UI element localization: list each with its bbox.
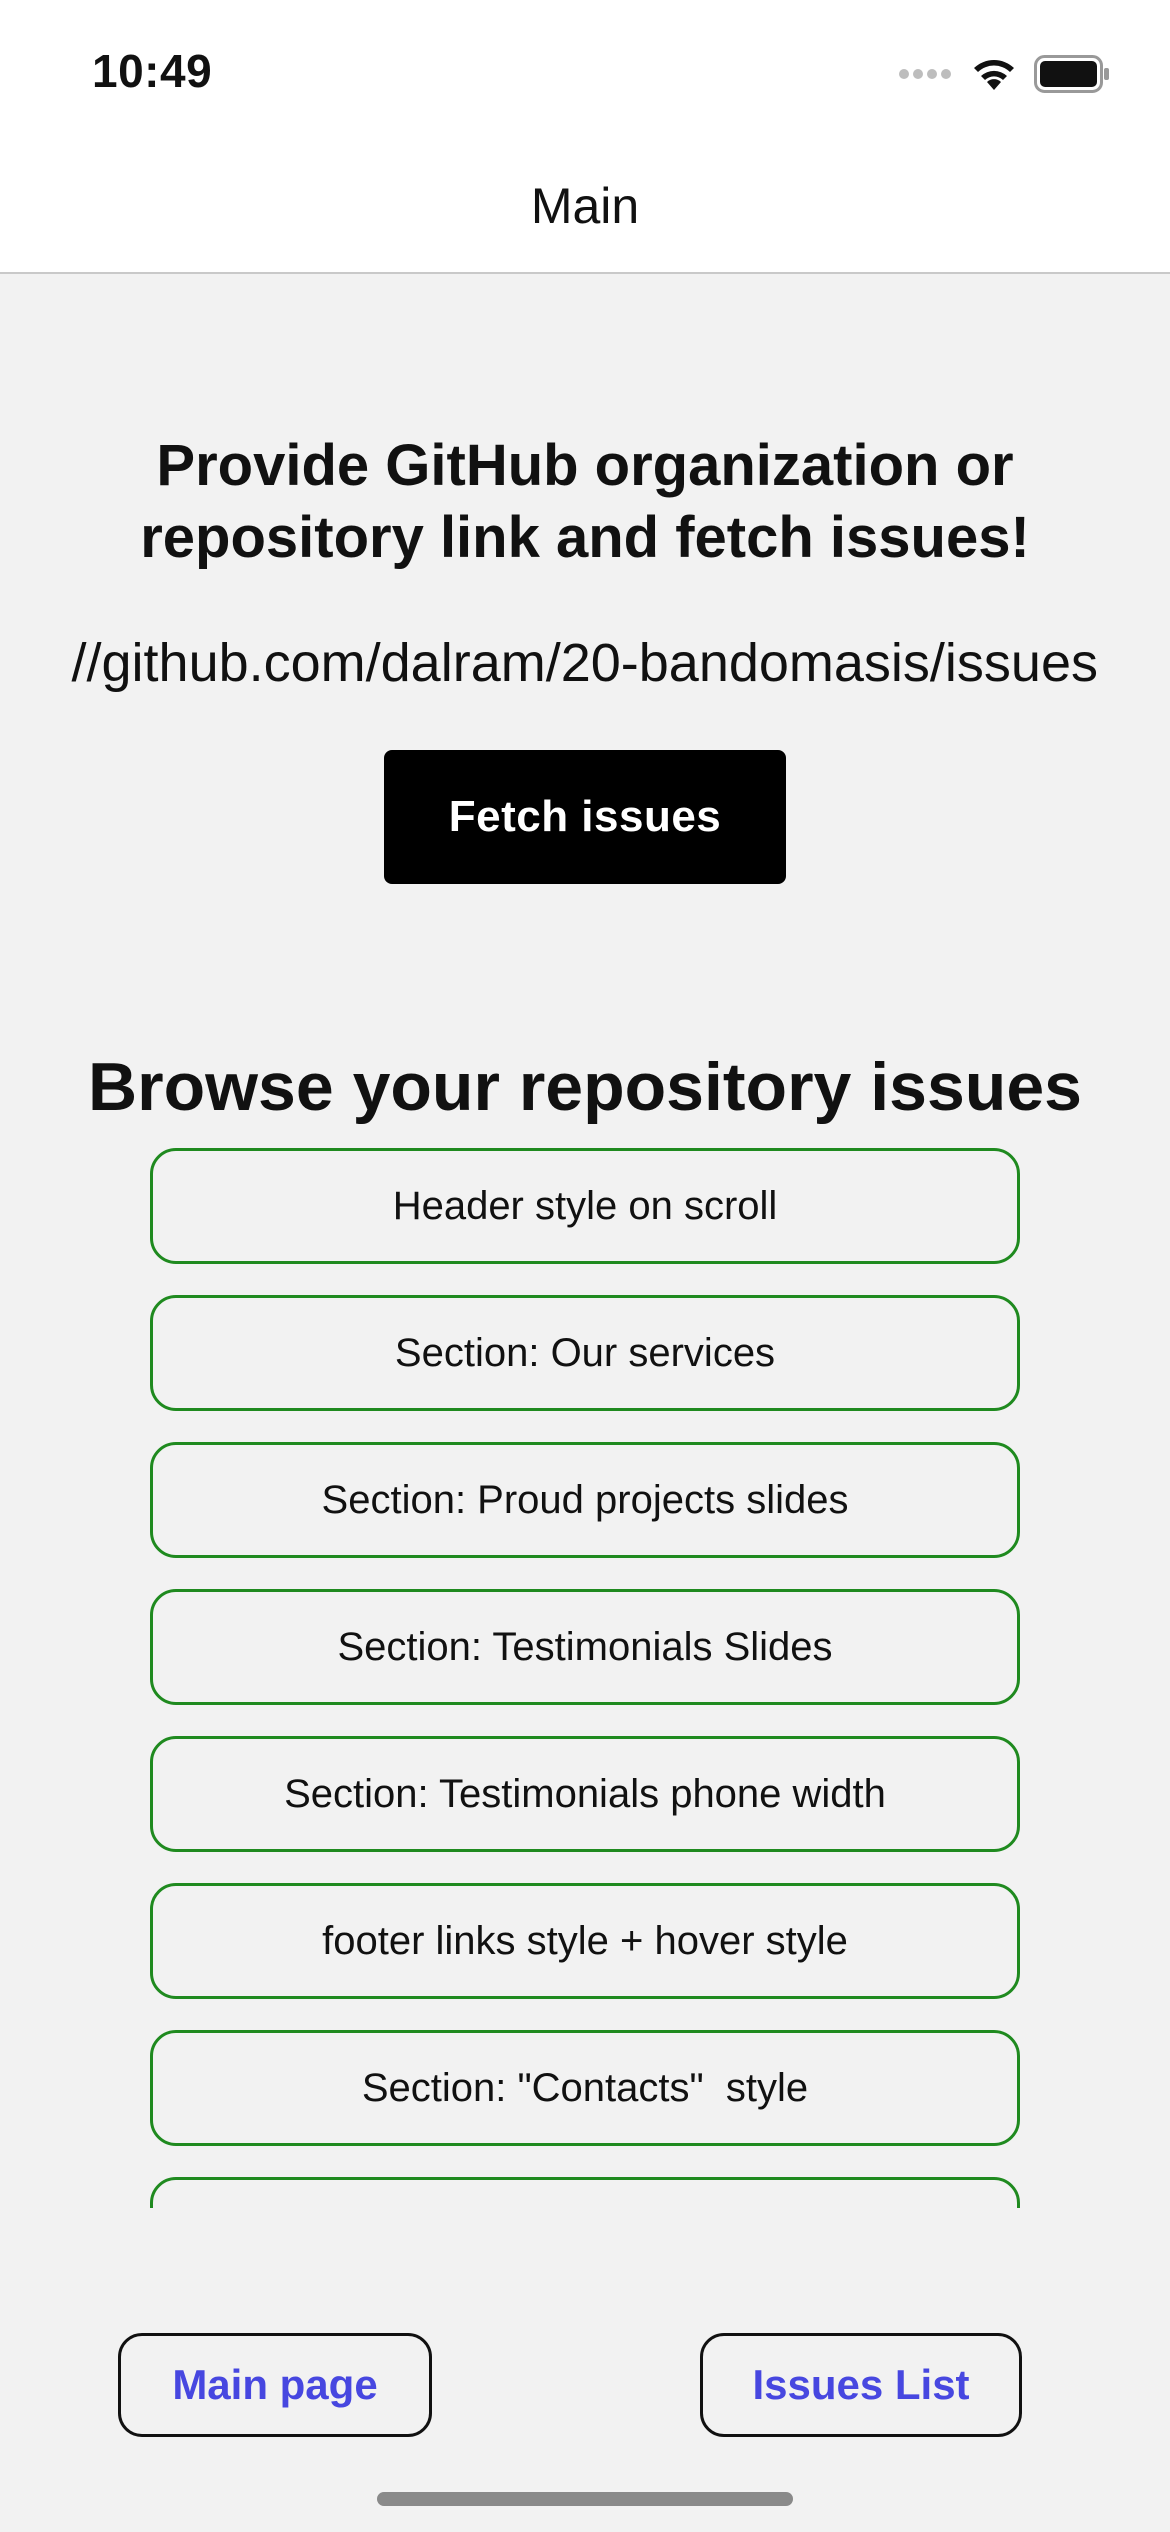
issue-item-testimonials-slides[interactable]: Section: Testimonials Slides (150, 1589, 1020, 1705)
repository-url-value: https://github.com/dalram/20-bandomasis/… (70, 633, 1098, 693)
navigation-bar: Main (0, 140, 1170, 274)
battery-icon (1034, 55, 1109, 93)
prompt-heading: Provide GitHub organization or repositor… (100, 430, 1070, 574)
issue-item-contacts-style[interactable]: Section: "Contacts" style (150, 2030, 1020, 2146)
repository-url-input[interactable]: https://github.com/dalram/20-bandomasis/… (70, 620, 1100, 706)
home-indicator[interactable] (377, 2492, 793, 2506)
signal-icon (899, 69, 951, 79)
issue-item-header-style[interactable]: Header style on scroll (150, 1148, 1020, 1264)
status-bar: 10:49 (0, 0, 1170, 140)
status-time: 10:49 (92, 45, 213, 97)
prompt-line-1: Provide GitHub organization or (156, 433, 1014, 498)
wifi-icon (974, 60, 1014, 90)
issue-item-partial[interactable] (150, 2177, 1020, 2208)
issue-item-our-services[interactable]: Section: Our services (150, 1295, 1020, 1411)
nav-title: Main (530, 178, 640, 234)
issue-item-footer-links[interactable]: footer links style + hover style (150, 1883, 1020, 1999)
main-page-button[interactable]: Main page (118, 2333, 432, 2437)
issues-section-title: Browse your repository issues (88, 1049, 1082, 1125)
issue-item-proud-projects[interactable]: Section: Proud projects slides (150, 1442, 1020, 1558)
issues-list[interactable]: Header style on scroll Section: Our serv… (150, 1148, 1020, 2208)
issues-list-button[interactable]: Issues List (700, 2333, 1022, 2437)
prompt-line-2: repository link and fetch issues! (140, 505, 1030, 570)
issue-item-testimonials-phone[interactable]: Section: Testimonials phone width (150, 1736, 1020, 1852)
fetch-issues-button[interactable]: Fetch issues (384, 750, 786, 884)
status-icons (898, 52, 1110, 96)
